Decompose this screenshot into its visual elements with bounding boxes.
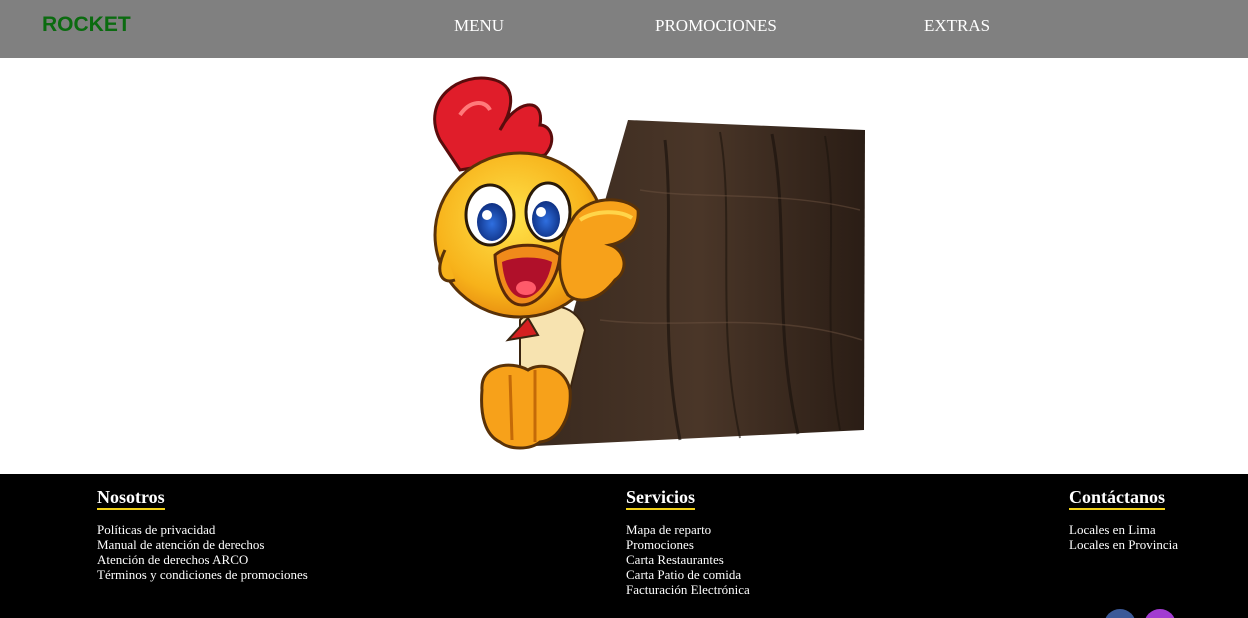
footer-column-servicios: Servicios Mapa de reparto Promociones Ca…: [626, 487, 750, 597]
footer-link-facturacion[interactable]: Facturación Electrónica: [626, 582, 750, 597]
footer-link-terminos-promociones[interactable]: Términos y condiciones de promociones: [97, 567, 308, 582]
footer-link-manual-derechos[interactable]: Manual de atención de derechos: [97, 537, 308, 552]
footer-link-carta-patio[interactable]: Carta Patio de comida: [626, 567, 750, 582]
footer-links-servicios: Mapa de reparto Promociones Carta Restau…: [626, 522, 750, 597]
nav-extras-link[interactable]: EXTRAS: [924, 16, 990, 36]
footer-link-carta-restaurantes[interactable]: Carta Restaurantes: [626, 552, 750, 567]
footer-link-locales-lima[interactable]: Locales en Lima: [1069, 522, 1178, 537]
facebook-icon[interactable]: [1104, 609, 1136, 618]
footer-heading-contactanos: Contáctanos: [1069, 487, 1166, 510]
footer-link-mapa-reparto[interactable]: Mapa de reparto: [626, 522, 750, 537]
brand-logo[interactable]: ROCKET: [42, 13, 131, 37]
instagram-icon[interactable]: [1144, 609, 1176, 618]
footer-link-promociones[interactable]: Promociones: [626, 537, 750, 552]
nav-menu-link[interactable]: MENU: [454, 16, 504, 36]
footer-link-derechos-arco[interactable]: Atención de derechos ARCO: [97, 552, 308, 567]
hero-section: [0, 58, 1248, 474]
footer-column-contactanos: Contáctanos Locales en Lima Locales en P…: [1069, 487, 1178, 552]
footer-link-locales-provincia[interactable]: Locales en Provincia: [1069, 537, 1178, 552]
footer-link-politicas-privacidad[interactable]: Políticas de privacidad: [97, 522, 308, 537]
footer-heading-nosotros: Nosotros: [97, 487, 165, 510]
footer-links-contactanos: Locales en Lima Locales en Provincia: [1069, 522, 1178, 552]
site-footer: Nosotros Políticas de privacidad Manual …: [0, 474, 1248, 618]
footer-column-nosotros: Nosotros Políticas de privacidad Manual …: [97, 487, 308, 582]
hero-mascot-image: [433, 76, 865, 450]
nav-promociones-link[interactable]: PROMOCIONES: [655, 16, 777, 36]
footer-links-nosotros: Políticas de privacidad Manual de atenci…: [97, 522, 308, 582]
footer-heading-servicios: Servicios: [626, 487, 695, 510]
top-navbar: ROCKET MENU PROMOCIONES EXTRAS: [0, 0, 1248, 58]
